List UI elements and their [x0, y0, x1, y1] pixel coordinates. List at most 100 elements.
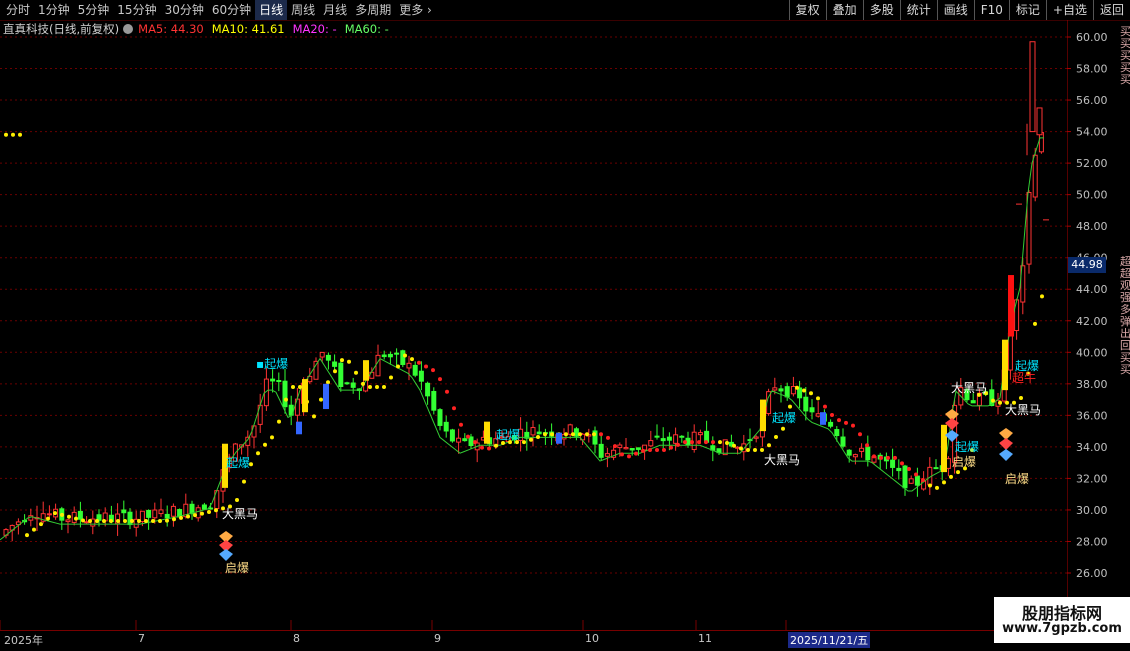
candles: [3, 128, 1044, 542]
period-tab-1[interactable]: 1分钟: [34, 0, 74, 20]
toolbar-button-4[interactable]: 画线: [936, 0, 974, 20]
signal-dot-60: [424, 364, 428, 369]
signal-dot-12: [88, 518, 92, 523]
candle-body-23: [146, 509, 152, 518]
signal-dot-38: [270, 435, 274, 440]
toolbar-button-6[interactable]: 标记: [1008, 0, 1046, 20]
signal-dot-24: [172, 517, 176, 522]
candle-body-70: [437, 409, 443, 426]
toolbar-button-7[interactable]: +自选: [1045, 0, 1093, 20]
candle-body-54: [338, 362, 344, 387]
axis-tick-label-12: 36.00: [1076, 409, 1108, 422]
candle-body-24: [152, 509, 158, 519]
signal-dot-67: [473, 440, 477, 445]
signal-dot-103: [725, 440, 729, 445]
signal-dot-7: [53, 511, 57, 516]
signal-bar-4: [484, 421, 490, 444]
candle-body-7: [46, 513, 52, 516]
signal-dot-100: [704, 440, 708, 445]
signal-dot-30: [214, 508, 218, 513]
signal-dot-21: [151, 518, 155, 523]
blue-bar-2: [323, 383, 329, 410]
candle-body-56: [350, 382, 356, 388]
period-tabs: 分时 1分钟 5分钟 15分钟 30分钟 60分钟 日线 周线 月线 多周期 更多 ›: [2, 0, 436, 20]
signal-dot-142: [998, 400, 1002, 405]
side-signal-2: 买: [1120, 50, 1130, 62]
candle-body-143: [890, 459, 896, 468]
candle-body-66: [412, 364, 418, 376]
signal-dot-82: [578, 432, 582, 437]
candle-body-13: [84, 521, 90, 524]
side-signal-11: 出: [1120, 328, 1130, 340]
period-tab-0[interactable]: 分时: [2, 0, 34, 20]
period-tab-9[interactable]: 多周期: [351, 0, 395, 20]
period-tab-2[interactable]: 5分钟: [74, 0, 114, 20]
signal-dot-87: [613, 444, 617, 449]
signal-dots: [4, 132, 1044, 538]
candle-body-68: [425, 382, 431, 397]
signal-dot-81: [571, 432, 575, 437]
candle-body-27: [170, 505, 176, 517]
period-tab-10[interactable]: 更多 ›: [395, 0, 436, 20]
signal-dot-62: [438, 377, 442, 382]
date-cursor-label: 2025/11/21/五: [788, 632, 871, 648]
toolbar-button-5[interactable]: F10: [973, 0, 1009, 20]
signal-dot-13: [95, 518, 99, 523]
ma-line: [0, 137, 1044, 541]
toolbar-button-0[interactable]: 复权: [788, 0, 826, 20]
toolbar-button-8[interactable]: 返回: [1092, 0, 1130, 20]
candle-body-146: [908, 478, 914, 484]
period-tab-6[interactable]: 日线: [255, 0, 288, 20]
period-tab-7[interactable]: 周线: [287, 0, 319, 20]
period-tab-4[interactable]: 30分钟: [161, 0, 208, 20]
signal-dot-51: [361, 381, 365, 386]
label-qibao-5: 起爆: [955, 440, 979, 454]
signal-dot-55: [389, 375, 393, 380]
signal-dot-97: [683, 440, 687, 445]
period-tab-8[interactable]: 月线: [319, 0, 351, 20]
signal-dot-63: [445, 389, 449, 394]
candle-body-26: [164, 513, 170, 519]
signal-dot-25: [179, 515, 183, 520]
signal-dot-124: [872, 454, 876, 459]
signal-dot-148: [1040, 294, 1044, 299]
candle-body-72: [449, 429, 455, 442]
candle-body-105: [654, 435, 660, 438]
signal-dot-64: [452, 406, 456, 411]
candle-body-12: [77, 510, 83, 520]
toolbar-button-1[interactable]: 叠加: [825, 0, 863, 20]
signal-dot-113: [795, 385, 799, 390]
candle-body-62: [387, 353, 393, 358]
signal-dot-145: [1019, 396, 1023, 401]
axis-tick-label-5: 50.00: [1076, 189, 1108, 202]
signal-dot-54: [382, 384, 386, 389]
signal-dot-78: [550, 432, 554, 437]
candle-body-51: [319, 351, 325, 358]
signal-dot-109: [767, 443, 771, 448]
candle-body-31: [195, 507, 201, 519]
signal-dot-59: [417, 360, 421, 365]
signal-dot-8: [60, 512, 64, 517]
signal-diamond-icon-8: [999, 449, 1013, 461]
period-tab-5[interactable]: 60分钟: [208, 0, 255, 20]
candle-body-135: [840, 436, 846, 447]
date-month-9: 9: [434, 632, 441, 645]
signal-side-strip: 买买买买买超超观强多弹出回买买: [1120, 20, 1130, 630]
signal-dot-102: [718, 440, 722, 445]
toolbar-button-2[interactable]: 多股: [862, 0, 900, 20]
date-year: 2025年: [4, 634, 43, 647]
signal-dot-6: [46, 516, 50, 521]
candle-body-102: [635, 447, 641, 450]
signal-dot-22: [158, 518, 162, 523]
candle-body-55: [344, 382, 350, 385]
candle-body-92: [573, 428, 579, 437]
date-month-10: 10: [585, 632, 599, 645]
signal-dot-69: [487, 446, 491, 451]
label-zhuangniu: 超牛: [1012, 370, 1036, 385]
candlestick-chart[interactable]: ▪起爆起爆起爆起爆起爆起爆大黑马大黑马大黑马大黑马启爆启爆启爆超牛: [0, 20, 1067, 630]
signal-dot-108: [760, 448, 764, 453]
toolbar-button-3[interactable]: 统计: [899, 0, 937, 20]
candle-body-33: [208, 507, 214, 510]
candle-body-128: [797, 387, 803, 399]
period-tab-3[interactable]: 15分钟: [113, 0, 160, 20]
